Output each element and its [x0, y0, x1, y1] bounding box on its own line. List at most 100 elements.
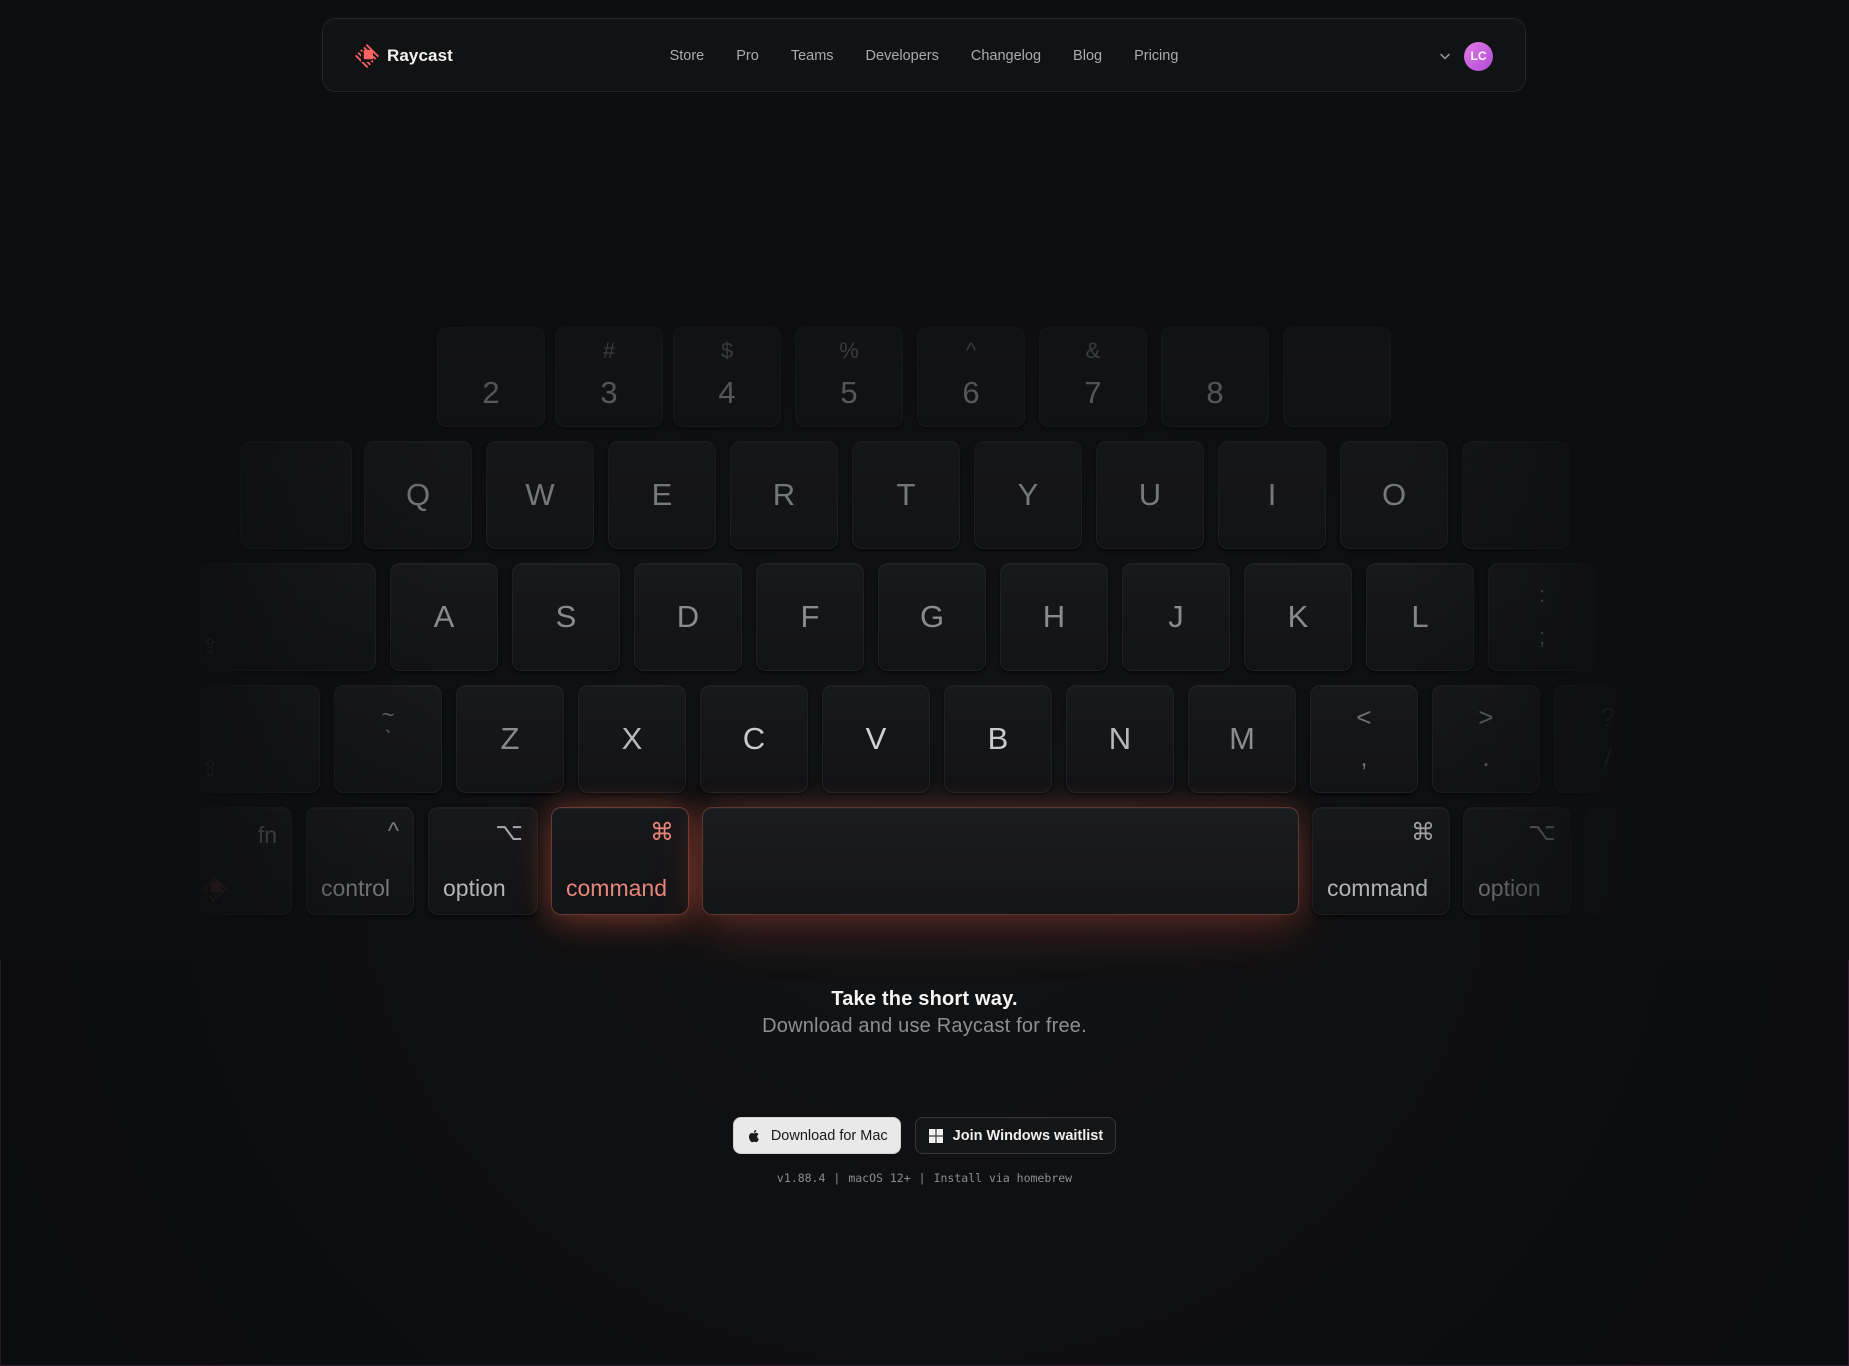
key-period: > . [1432, 685, 1540, 793]
chevron-down-icon[interactable] [1438, 49, 1452, 63]
cta-buttons: Download for Mac Join Windows waitlist [0, 1117, 1849, 1154]
key-label: J [1168, 599, 1184, 634]
key-label: fn [257, 822, 277, 848]
key-m: M [1188, 685, 1296, 793]
key-s: S [512, 563, 620, 671]
shift-icon: ⇧ [201, 756, 220, 781]
key-shift-label: ^ [965, 338, 977, 363]
key-x: X [578, 685, 686, 793]
divider: | [918, 1171, 926, 1185]
key-label: . [1482, 742, 1490, 772]
key-label: E [651, 477, 673, 512]
key-label: S [555, 599, 577, 634]
key-t: T [852, 441, 960, 549]
nav-link-store[interactable]: Store [670, 48, 705, 64]
version-label: v1.88.4 [776, 1171, 826, 1185]
homebrew-link[interactable]: Install via homebrew [934, 1171, 1072, 1185]
key-shift-label: : [1538, 582, 1546, 607]
key-label: 8 [1206, 375, 1224, 410]
key-label: D [676, 599, 700, 634]
key-p [1462, 441, 1570, 549]
key-label: ; [1538, 624, 1546, 649]
key-5: % 5 [795, 327, 903, 427]
join-windows-waitlist-button[interactable]: Join Windows waitlist [914, 1117, 1117, 1154]
key-shift-label: $ [720, 338, 734, 363]
hero-section: Take the short way. Download and use Ray… [0, 988, 1849, 1038]
key-r: R [730, 441, 838, 549]
account-menu[interactable]: LC [1438, 19, 1493, 93]
command-icon: ⌘ [650, 819, 674, 846]
key-3: # 3 [555, 327, 663, 427]
key-label: 3 [600, 375, 618, 410]
key-f: F [756, 563, 864, 671]
key-comma: < , [1310, 685, 1418, 793]
key-label: T [896, 477, 916, 512]
key-9 [1283, 327, 1391, 427]
key-y: Y [974, 441, 1082, 549]
key-option-right: ⌥ option [1463, 807, 1571, 915]
key-w: W [486, 441, 594, 549]
key-l: L [1366, 563, 1474, 671]
key-command-left: ⌘ command [551, 807, 689, 915]
key-label: O [1381, 477, 1407, 512]
key-label: C [742, 721, 766, 756]
control-icon: ^ [387, 818, 399, 845]
key-7: & 7 [1039, 327, 1147, 427]
key-shift-label: & [1085, 338, 1101, 363]
key-control: ^ control [306, 807, 414, 915]
key-z: Z [456, 685, 564, 793]
key-label: B [987, 721, 1009, 756]
top-navigation-bar: Raycast Store Pro Teams Developers Chang… [322, 18, 1526, 92]
key-label: 7 [1084, 375, 1102, 410]
avatar[interactable]: LC [1464, 41, 1493, 71]
key-shift-left: ⇧ [200, 685, 320, 793]
option-icon: ⌥ [495, 819, 523, 846]
key-label: command [566, 875, 667, 901]
key-v: V [822, 685, 930, 793]
nav-link-developers[interactable]: Developers [866, 48, 939, 64]
key-space [702, 807, 1299, 915]
brand-link[interactable]: Raycast [355, 19, 453, 93]
key-caps-lock: ⇪ [200, 563, 376, 671]
key-label: control [321, 875, 391, 901]
key-label: A [433, 599, 455, 634]
key-label: G [919, 599, 945, 634]
key-j: J [1122, 563, 1230, 671]
key-label: L [1411, 599, 1429, 634]
key-g: G [878, 563, 986, 671]
nav-link-blog[interactable]: Blog [1073, 48, 1102, 64]
keyboard-illustration: 2 # 3 $ 4 % 5 ^ 6 & 7 8 Q W E R T Y U I … [0, 0, 1849, 960]
key-label: Y [1017, 477, 1039, 512]
nav-link-pro[interactable]: Pro [736, 48, 759, 64]
nav-link-changelog[interactable]: Changelog [971, 48, 1041, 64]
key-shift-label: ? [1600, 702, 1616, 732]
key-label: 4 [718, 375, 736, 410]
windows-icon [928, 1128, 943, 1143]
key-label: R [772, 477, 796, 512]
key-2: 2 [437, 327, 545, 427]
key-label: X [621, 721, 643, 756]
key-b: B [944, 685, 1052, 793]
nav-link-pricing[interactable]: Pricing [1134, 48, 1178, 64]
key-shift-label: < [1356, 702, 1372, 732]
brand-name: Raycast [387, 46, 453, 65]
key-label: option [443, 875, 506, 901]
key-shift-label: > [1478, 702, 1494, 732]
key-shift-label: ~ [381, 702, 395, 727]
key-k: K [1244, 563, 1352, 671]
key-d: D [634, 563, 742, 671]
caps-lock-icon: ⇪ [201, 634, 220, 659]
command-icon: ⌘ [1411, 819, 1435, 846]
nav-link-teams[interactable]: Teams [791, 48, 834, 64]
divider: | [833, 1171, 841, 1185]
key-6: ^ 6 [917, 327, 1025, 427]
key-label: option [1478, 875, 1541, 901]
key-tilde: ~ ` [334, 685, 442, 793]
key-label: V [865, 721, 887, 756]
download-for-mac-button[interactable]: Download for Mac [732, 1117, 901, 1154]
option-icon: ⌥ [1528, 819, 1556, 846]
key-shift-label: % [839, 338, 859, 363]
key-n: N [1066, 685, 1174, 793]
raycast-logo-icon [201, 876, 227, 902]
key-fn: fn [196, 807, 292, 915]
